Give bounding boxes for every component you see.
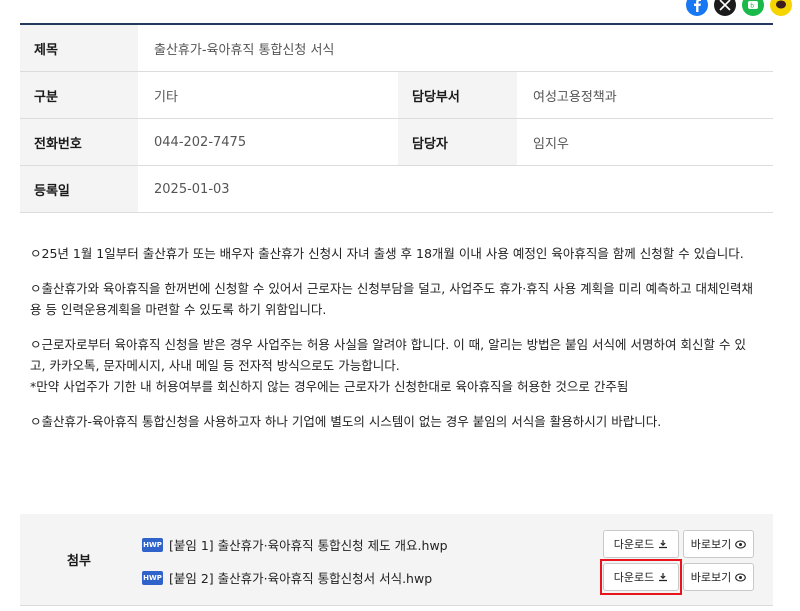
download-button-2-highlight xyxy=(600,559,682,595)
download-button-1[interactable]: 다운로드 xyxy=(603,530,679,558)
x-icon[interactable] xyxy=(714,0,736,16)
title-label: 제목 xyxy=(20,25,138,71)
attachments-label: 첨부 xyxy=(67,554,91,569)
view-button-1-label: 바로보기 xyxy=(690,538,732,551)
hwp-file-icon: HWP xyxy=(142,537,163,552)
post-info-table: 제목 출산휴가-육아휴직 통합신청 서식 구분 기타 담당부서 여성고용정책과 … xyxy=(20,23,773,213)
phone-row: 전화번호 044-202-7475 담당자 임지우 xyxy=(20,119,773,166)
view-button-1[interactable]: 바로보기 xyxy=(683,530,754,558)
hwp-file-icon: HWP xyxy=(142,570,163,585)
attachment-file-2: HWP [붙임 2] 출산휴가·육아휴직 통합신청서 서식.hwp xyxy=(142,568,432,587)
body-paragraph-1: ㅇ25년 1월 1일부터 출산휴가 또는 배우자 출산휴가 신청시 자녀 출생 … xyxy=(30,246,744,261)
share-bar: b xyxy=(686,0,792,16)
phone-value: 044-202-7475 xyxy=(154,134,247,150)
attachment-file-2-name: [붙임 2] 출산휴가·육아휴직 통합신청서 서식.hwp xyxy=(169,571,433,586)
svg-text:b: b xyxy=(750,3,754,10)
attachment-file-1: HWP [붙임 1] 출산휴가·육아휴직 통합신청 제도 개요.hwp xyxy=(142,535,448,554)
kakaotalk-icon[interactable] xyxy=(770,0,792,16)
attachments-section: 첨부 HWP [붙임 1] 출산휴가·육아휴직 통합신청 제도 개요.hwp H… xyxy=(20,514,773,606)
title-value: 출산휴가-육아휴직 통합신청 서식 xyxy=(154,42,335,58)
blog-icon[interactable]: b xyxy=(742,0,764,16)
body-paragraph-4: ㅇ출산휴가-육아휴직 통합신청을 사용하고자 하나 기업에 별도의 시스템이 없… xyxy=(30,414,662,429)
date-row: 등록일 2025-01-03 xyxy=(20,166,773,213)
attachment-file-1-name: [붙임 1] 출산휴가·육아휴직 통합신청 제도 개요.hwp xyxy=(169,538,448,553)
dept-label: 담당부서 xyxy=(398,72,517,118)
body-paragraph-2: ㅇ출산휴가와 육아휴직을 한꺼번에 신청할 수 있어서 근로자는 신청부담을 덜… xyxy=(30,281,754,317)
phone-label: 전화번호 xyxy=(20,119,138,165)
download-button-1-label: 다운로드 xyxy=(613,538,655,551)
body-paragraph-3-note: *만약 사업주가 기한 내 허용여부를 회신하지 않는 경우에는 근로자가 신청… xyxy=(30,379,629,394)
body-paragraph-3: ㅇ근로자로부터 육아휴직 신청을 받은 경우 사업주는 허용 사실을 알려야 합… xyxy=(30,334,760,397)
manager-label: 담당자 xyxy=(398,119,517,165)
eye-icon xyxy=(735,539,747,549)
dept-value: 여성고용정책과 xyxy=(533,89,617,105)
category-label: 구분 xyxy=(20,72,138,118)
eye-icon xyxy=(735,572,747,582)
date-value: 2025-01-03 xyxy=(154,181,230,197)
manager-value: 임지우 xyxy=(533,136,569,152)
title-row: 제목 출산휴가-육아휴직 통합신청 서식 xyxy=(20,25,773,72)
category-value: 기타 xyxy=(154,89,178,105)
post-body: ㅇ25년 1월 1일부터 출산휴가 또는 배우자 출산휴가 신청시 자녀 출생 … xyxy=(30,243,760,432)
view-button-2-label: 바로보기 xyxy=(690,571,732,584)
facebook-icon[interactable] xyxy=(686,0,708,16)
date-label: 등록일 xyxy=(20,166,138,212)
category-row: 구분 기타 담당부서 여성고용정책과 xyxy=(20,72,773,119)
body-paragraph-3-text: ㅇ근로자로부터 육아휴직 신청을 받은 경우 사업주는 허용 사실을 알려야 합… xyxy=(30,337,746,373)
download-icon xyxy=(659,540,668,549)
view-button-2[interactable]: 바로보기 xyxy=(683,563,754,591)
